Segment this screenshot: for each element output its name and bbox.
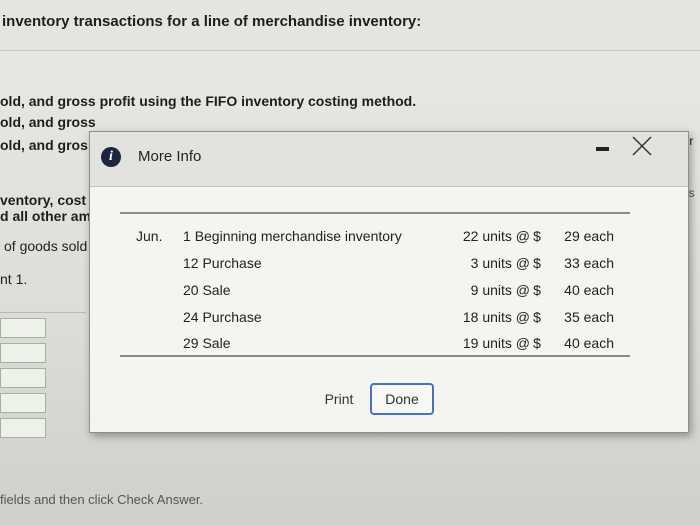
month-label: Jun.: [136, 228, 163, 244]
background-line: nt 1.: [0, 271, 28, 287]
transaction-units: 19 units @: [462, 335, 530, 351]
transaction-units: 22 units @: [462, 228, 530, 244]
transaction-units: 3 units @: [470, 255, 530, 271]
answer-input[interactable]: [0, 318, 46, 338]
answer-input[interactable]: [0, 393, 46, 413]
transaction-type: Sale: [202, 282, 231, 298]
transaction-unit-cost: 33 each: [564, 255, 614, 271]
transaction-type: Beginning merchandise inventory: [194, 228, 402, 244]
transaction-day: 1: [183, 228, 191, 244]
minimize-icon[interactable]: [596, 147, 609, 151]
transaction-units: 9 units @: [470, 282, 530, 298]
info-icon: i: [101, 147, 121, 167]
background-footer-instruction: fields and then click Check Answer.: [0, 492, 204, 507]
table-row: 24 Purchase 18 units @ $ 35 each: [120, 309, 630, 331]
background-line: ventory, cost: [0, 192, 87, 208]
background-line: d all other am: [0, 208, 92, 224]
answer-input[interactable]: [0, 418, 46, 438]
transaction-description: 1 Beginning merchandise inventory: [183, 228, 402, 244]
dollar-sign: $: [533, 255, 541, 271]
table-row: 12 Purchase 3 units @ $ 33 each: [120, 255, 630, 277]
table-top-rule: [120, 212, 630, 214]
answer-input[interactable]: [0, 368, 46, 388]
background-line: of goods sold: [4, 238, 88, 254]
transaction-day: 24: [183, 309, 199, 325]
transaction-day: 29: [183, 335, 199, 351]
background-line: old, and gros: [0, 137, 88, 153]
transaction-unit-cost: 29 each: [564, 228, 614, 244]
transaction-day: 20: [183, 282, 199, 298]
transaction-description: 12 Purchase: [183, 255, 262, 271]
done-button[interactable]: Done: [370, 383, 434, 415]
close-icon[interactable]: [630, 134, 654, 158]
transaction-type: Purchase: [202, 309, 262, 325]
table-row: 29 Sale 19 units @ $ 40 each: [120, 335, 630, 357]
transaction-day: 12: [183, 255, 199, 271]
background-divider: [0, 312, 86, 313]
transaction-type: Sale: [202, 335, 231, 351]
transaction-unit-cost: 35 each: [564, 309, 614, 325]
table-row: Jun. 1 Beginning merchandise inventory 2…: [120, 228, 630, 250]
transaction-unit-cost: 40 each: [564, 335, 614, 351]
dollar-sign: $: [533, 228, 541, 244]
transaction-units: 18 units @: [462, 309, 530, 325]
transaction-description: 24 Purchase: [183, 309, 262, 325]
more-info-dialog: i More Info Jun. 1 Beginning merchandise…: [89, 131, 689, 433]
dialog-title: More Info: [138, 148, 202, 165]
dollar-sign: $: [533, 282, 541, 298]
dialog-titlebar: i More Info: [90, 132, 688, 187]
print-button[interactable]: Print: [313, 383, 365, 415]
background-line: old, and gross: [0, 114, 96, 130]
background-input-column: [0, 318, 46, 443]
background-heading: inventory transactions for a line of mer…: [2, 13, 422, 30]
transaction-description: 20 Sale: [183, 282, 231, 298]
table-row: 20 Sale 9 units @ $ 40 each: [120, 282, 630, 304]
transaction-description: 29 Sale: [183, 335, 231, 351]
dollar-sign: $: [533, 309, 541, 325]
transaction-type: Purchase: [202, 255, 262, 271]
transaction-unit-cost: 40 each: [564, 282, 614, 298]
answer-input[interactable]: [0, 343, 46, 363]
dollar-sign: $: [533, 335, 541, 351]
background-line: old, and gross profit using the FIFO inv…: [0, 93, 417, 109]
table-bottom-rule: [120, 355, 630, 357]
